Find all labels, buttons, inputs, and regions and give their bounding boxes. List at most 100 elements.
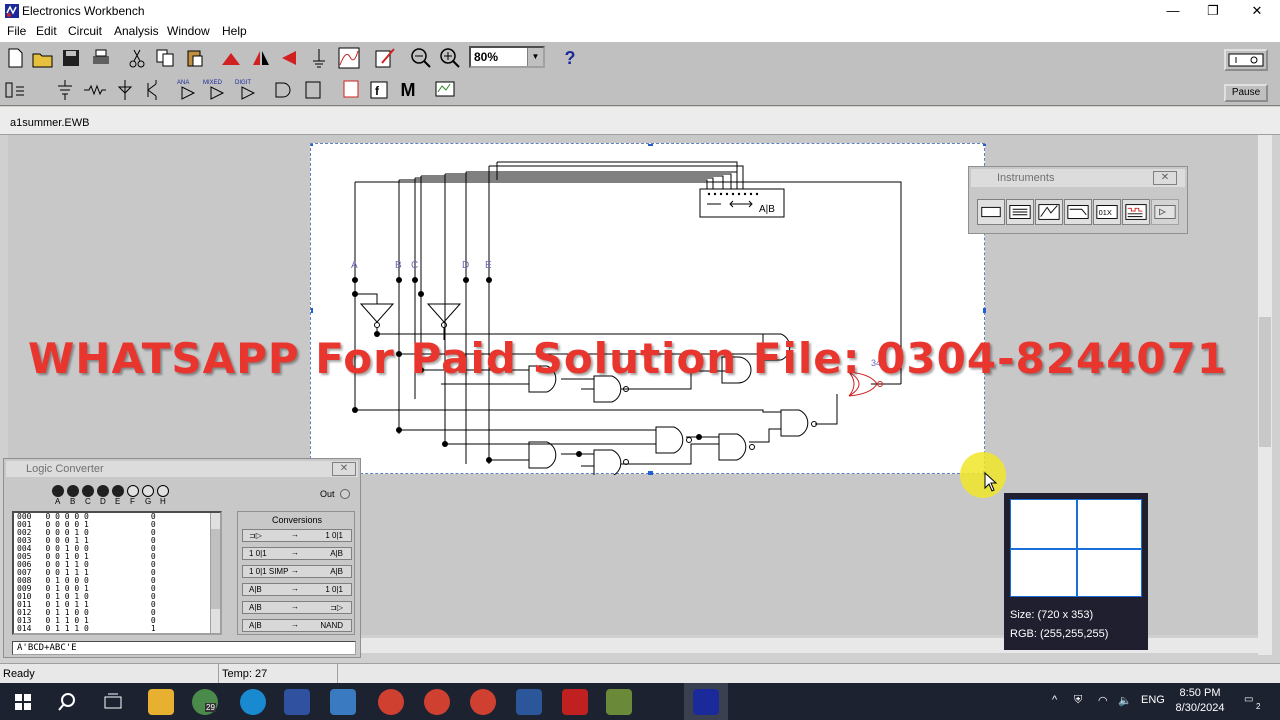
conversion-button[interactable]: A|B → ⊐▷ — [242, 601, 352, 614]
conversion-from: A|B — [249, 585, 262, 594]
paint-icon[interactable] — [330, 689, 356, 715]
conversion-button[interactable]: 1 0|1 → A|B — [242, 547, 352, 560]
restore-button[interactable]: ❐ — [1190, 0, 1236, 22]
oscilloscope-icon[interactable] — [1035, 199, 1063, 225]
notifications-icon[interactable]: ▭ — [1244, 694, 1253, 705]
power-switch[interactable] — [1224, 49, 1268, 71]
basic-components-icon[interactable] — [82, 77, 108, 103]
graph-icon[interactable] — [336, 45, 362, 71]
file-explorer-icon[interactable] — [148, 689, 174, 715]
favorites-bin-icon[interactable] — [2, 77, 28, 103]
instruments-icon[interactable] — [432, 77, 458, 103]
create-subcircuit-icon[interactable] — [372, 45, 398, 71]
word-generator-icon[interactable]: 01X — [1093, 199, 1121, 225]
analog-ics-icon[interactable]: ANA — [174, 77, 200, 103]
truth-table-row[interactable]: 015 0 1 1 1 1 1 — [17, 632, 156, 634]
flip-vertical-icon[interactable] — [276, 45, 302, 71]
terminal-f[interactable] — [127, 485, 139, 497]
zoom-in-icon[interactable] — [437, 45, 463, 71]
menu-file[interactable]: File — [7, 24, 26, 38]
menu-circuit[interactable]: Circuit — [68, 24, 102, 38]
conversion-button[interactable]: ⊐▷ → 1 0|1 — [242, 529, 352, 542]
function-generator-icon[interactable] — [1006, 199, 1034, 225]
visio-icon[interactable] — [284, 689, 310, 715]
chrome-profile-icon[interactable]: 29 — [192, 689, 218, 715]
windows-start-icon[interactable] — [10, 689, 36, 715]
chevron-down-icon[interactable]: ▼ — [527, 48, 543, 66]
paste-icon[interactable] — [182, 45, 208, 71]
instruments-close-button[interactable]: ✕ — [1153, 171, 1177, 185]
close-button[interactable]: ✕ — [1234, 0, 1280, 22]
language-indicator[interactable]: ENG — [1141, 694, 1165, 706]
clock[interactable]: 8:50 PM 8/30/2024 — [1168, 686, 1232, 716]
flip-horizontal-icon[interactable] — [248, 45, 274, 71]
menu-analysis[interactable]: Analysis — [114, 24, 159, 38]
mixed-ics-icon[interactable]: MIXED — [203, 77, 229, 103]
logic-analyzer-icon[interactable] — [1122, 199, 1150, 225]
task-view-icon[interactable] — [100, 689, 126, 715]
zoom-out-icon[interactable] — [408, 45, 434, 71]
component-properties-icon[interactable] — [306, 45, 332, 71]
document-title-bar: a1summer.EWB — [0, 107, 1280, 135]
conversion-button[interactable]: A|B → NAND — [242, 619, 352, 632]
bode-plotter-icon[interactable] — [1064, 199, 1092, 225]
security-icon[interactable]: ⛨ — [1074, 694, 1082, 707]
notepad-icon[interactable] — [606, 689, 632, 715]
edge-icon[interactable] — [240, 689, 266, 715]
search-icon[interactable] — [54, 689, 80, 715]
terminal-a[interactable] — [52, 485, 64, 497]
truth-table-scroll-thumb[interactable] — [211, 529, 220, 609]
digital-ics-icon[interactable]: DIGIT — [234, 77, 260, 103]
truth-table-scrollbar[interactable] — [210, 513, 220, 633]
volume-icon[interactable]: 🔈 — [1118, 694, 1132, 707]
chrome-icon[interactable] — [470, 689, 496, 715]
open-folder-icon[interactable] — [30, 45, 56, 71]
diodes-icon[interactable] — [112, 77, 138, 103]
terminal-h[interactable] — [157, 485, 169, 497]
zoom-select[interactable]: 80% ▼ — [469, 46, 545, 68]
pause-button[interactable]: Pause — [1224, 84, 1268, 102]
terminal-c[interactable] — [82, 485, 94, 497]
controls-icon[interactable]: f — [366, 77, 392, 103]
chevron-up-icon[interactable]: ^ — [1052, 694, 1057, 706]
print-icon[interactable] — [88, 45, 114, 71]
terminal-b[interactable] — [67, 485, 79, 497]
logic-gates-icon[interactable] — [270, 77, 296, 103]
transistors-icon[interactable] — [140, 77, 166, 103]
multimeter-icon[interactable] — [977, 199, 1005, 225]
digital-icon[interactable] — [300, 77, 326, 103]
out-terminal[interactable] — [340, 489, 350, 499]
watermark-text: WHATSAPP For Paid Solution File: 0304-82… — [28, 334, 1228, 383]
sources-icon[interactable] — [52, 77, 78, 103]
wifi-icon[interactable]: ◠ — [1098, 694, 1108, 707]
new-file-icon[interactable] — [2, 45, 28, 71]
logic-converter-icon[interactable] — [1151, 199, 1179, 225]
copy-icon[interactable] — [152, 45, 178, 71]
terminal-e[interactable] — [112, 485, 124, 497]
camera-recorder-icon[interactable] — [562, 689, 588, 715]
miscellaneous-icon[interactable]: M — [395, 77, 421, 103]
save-icon[interactable] — [58, 45, 84, 71]
electronics-workbench-taskbar-icon[interactable] — [693, 689, 719, 715]
conversion-button[interactable]: 1 0|1 SIMP → A|B — [242, 565, 352, 578]
logic-converter-close-button[interactable]: ✕ — [332, 462, 356, 476]
terminal-g[interactable] — [142, 485, 154, 497]
menu-help[interactable]: Help — [222, 24, 247, 38]
menu-edit[interactable]: Edit — [36, 24, 57, 38]
row-output[interactable]: 1 — [151, 632, 156, 634]
word-icon[interactable] — [516, 689, 542, 715]
vertical-scroll-thumb[interactable] — [1259, 317, 1271, 447]
rotate-icon[interactable] — [218, 45, 244, 71]
help-button[interactable]: ? — [557, 45, 583, 71]
chrome-icon[interactable] — [378, 689, 404, 715]
circuit-canvas[interactable]: A B C D E 34 A|B — [308, 141, 988, 477]
truth-table[interactable]: 000 0 0 0 0 0 0 001 0 0 0 0 1 0 002 0 0 0 1 000… — [12, 511, 222, 635]
chrome-icon[interactable] — [424, 689, 450, 715]
circuit-schematic[interactable]: A B C D E 34 A|B — [308, 141, 988, 477]
cut-icon[interactable] — [124, 45, 150, 71]
conversion-button[interactable]: A|B → 1 0|1 — [242, 583, 352, 596]
indicators-icon[interactable] — [338, 77, 364, 103]
boolean-expression-field[interactable]: A'BCD+ABC'E — [12, 641, 356, 655]
menu-window[interactable]: Window — [167, 24, 210, 38]
terminal-d[interactable] — [97, 485, 109, 497]
